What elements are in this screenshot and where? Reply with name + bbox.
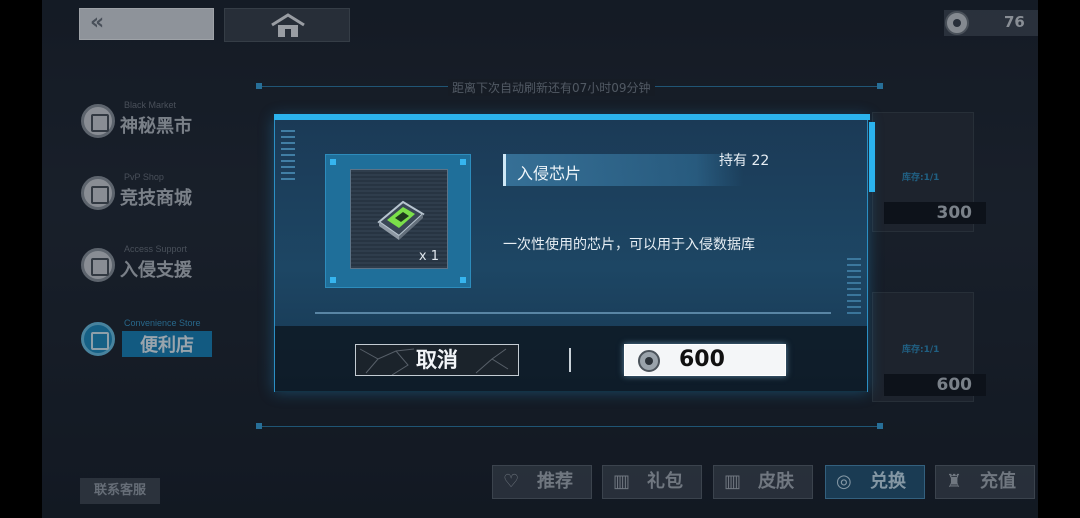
button-separator [569, 348, 571, 372]
cancel-button[interactable]: 取消 [355, 344, 519, 376]
buy-button[interactable]: 600 [624, 344, 786, 376]
screen-edge-right [1038, 0, 1080, 518]
item-slot: x 1 [350, 169, 448, 269]
item-name: 入侵芯片 [517, 164, 582, 183]
frame-corner [330, 277, 336, 283]
dialog-divider [315, 312, 825, 314]
item-name-bar: 入侵芯片 [503, 154, 743, 186]
item-icon-frame: x 1 [325, 154, 471, 288]
cancel-label: 取消 [416, 348, 458, 372]
screen-edge-left [0, 0, 42, 518]
item-quantity: x 1 [418, 249, 439, 264]
dialog-decor-stripes [281, 130, 295, 180]
owned-count: 持有 22 [719, 153, 770, 169]
chip-icon [377, 200, 425, 240]
purchase-dialog: x 1 入侵芯片 持有 22 一次性使用的芯片，可以用于入侵数据库 取消 600 [274, 114, 875, 392]
dialog-decor-stripes [847, 258, 861, 318]
dialog-divider-end [825, 312, 831, 314]
item-description: 一次性使用的芯片，可以用于入侵数据库 [503, 237, 755, 253]
game-screen: « 76 Black Market 神秘黑市 PvP Shop 竞技商城 Acc… [0, 0, 1080, 518]
dialog-accent [869, 122, 875, 192]
gear-coin-icon [638, 350, 660, 372]
frame-corner [330, 159, 336, 165]
frame-corner [460, 277, 466, 283]
buy-price: 600 [679, 347, 725, 372]
dialog-actions: 取消 600 [275, 326, 867, 392]
frame-corner [460, 159, 466, 165]
